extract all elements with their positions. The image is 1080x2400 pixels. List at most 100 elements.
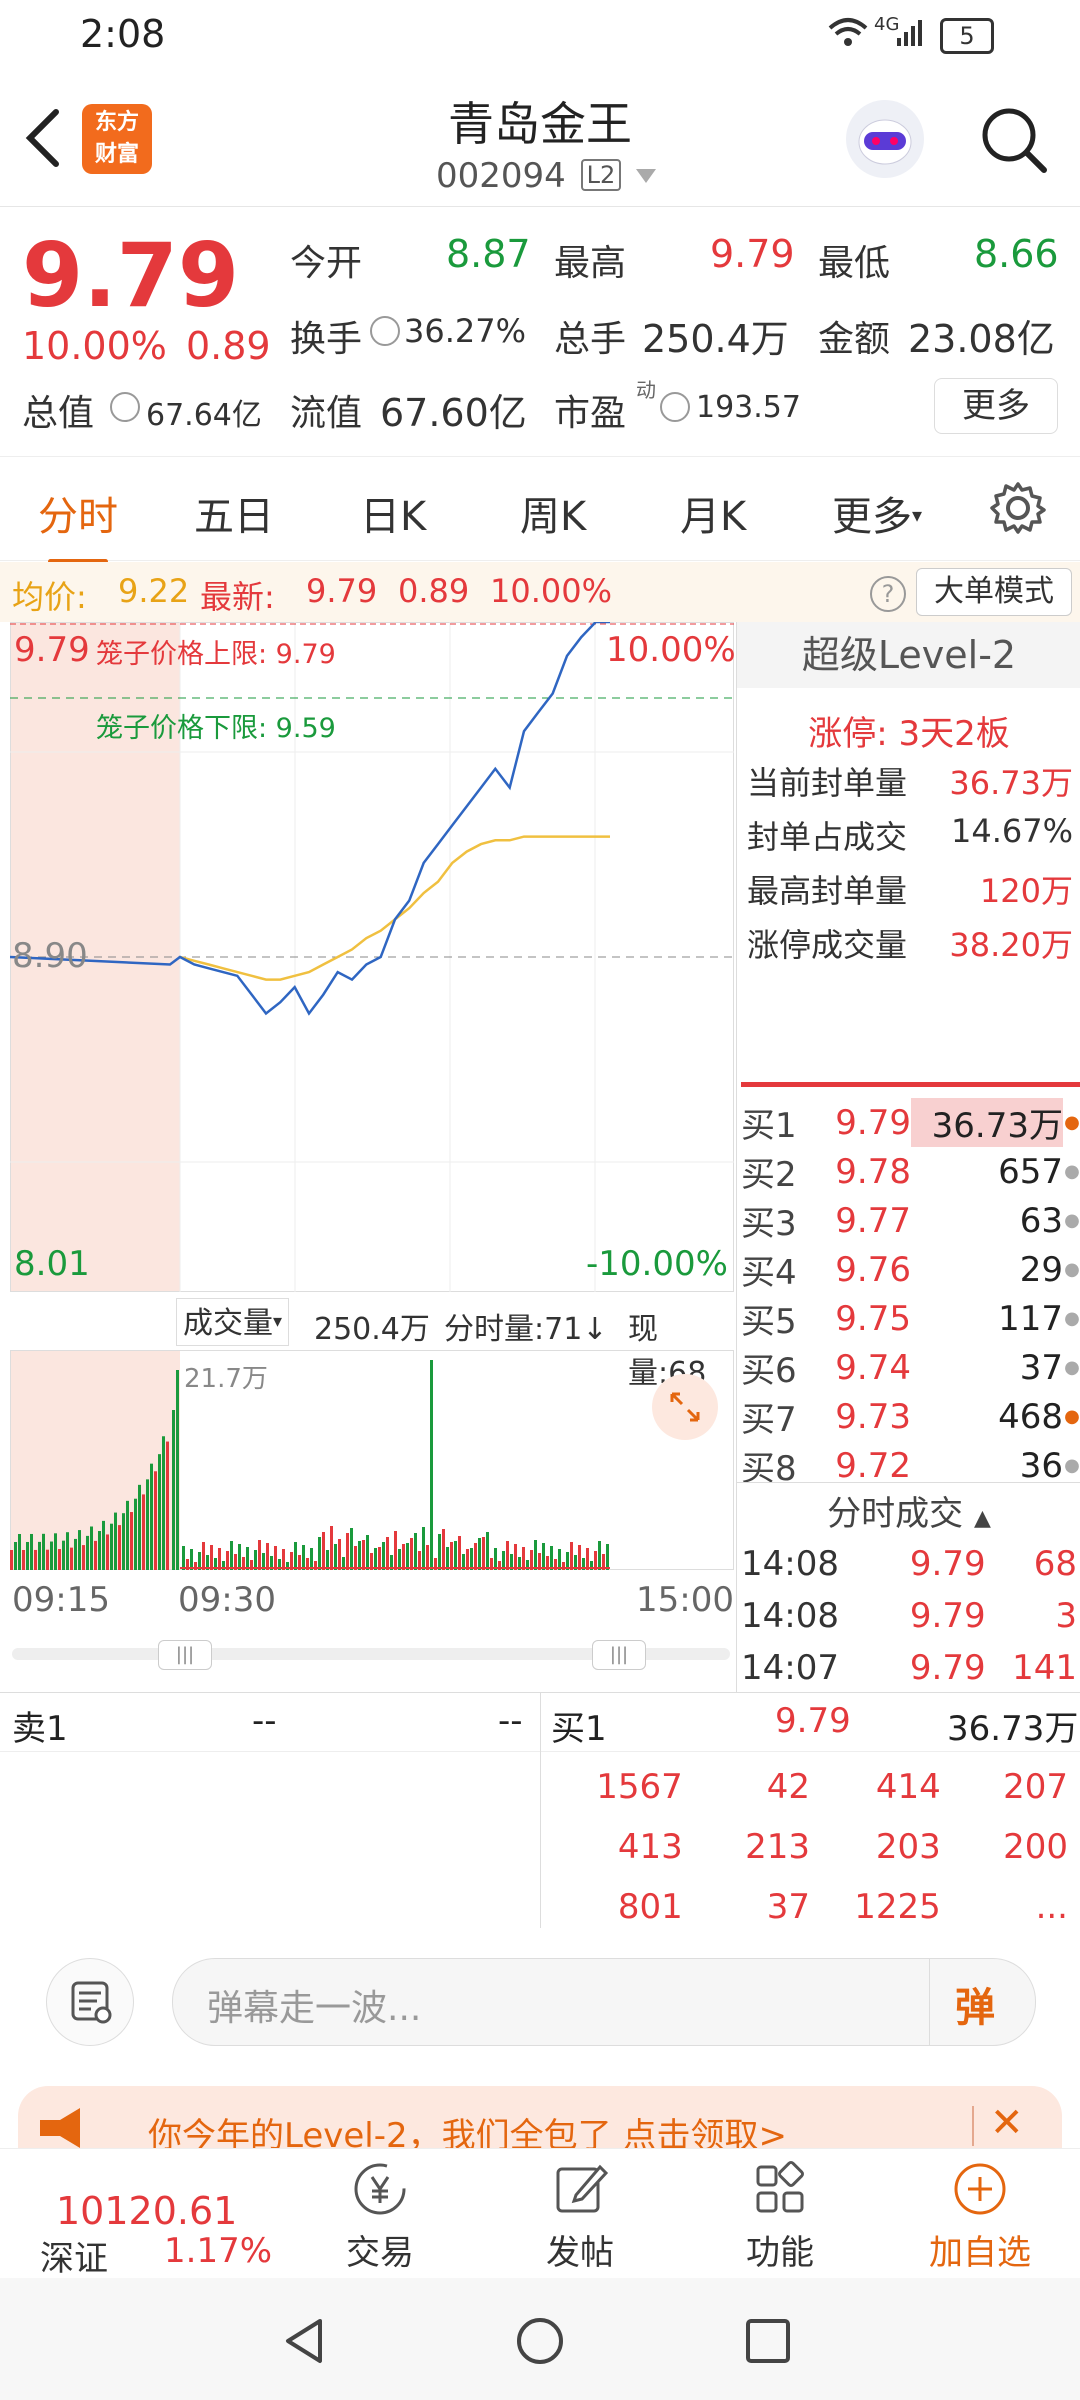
volume-bar [74, 1538, 77, 1570]
tab-five-day[interactable]: 五日 [194, 484, 274, 542]
close-icon[interactable]: ✕ [990, 2100, 1024, 2146]
danmu-send-button[interactable]: 弹 [955, 1975, 995, 2033]
function-button[interactable]: 功能 [720, 2149, 840, 2279]
promo-banner[interactable]: 你今年的Level-2，我们全包了 点击领取> ✕ [18, 2086, 1062, 2148]
amount-value: 23.08亿 [908, 317, 1055, 361]
queue-row: 1567 42 414 207 [560, 1757, 1076, 1817]
tab-fenshi[interactable]: 分时 [38, 484, 118, 564]
volume-bar [354, 1546, 357, 1570]
bid-volume: 468 [998, 1396, 1063, 1437]
tick-price: 9.79 [909, 1544, 986, 1584]
bid-row[interactable]: 买5 9.75 117 ● [741, 1294, 1080, 1343]
volume-bar [126, 1500, 129, 1570]
danmu-bar: 弹幕走一波... 弹 [0, 1928, 1080, 2064]
volume-bar [494, 1548, 497, 1570]
danmu-settings-icon[interactable] [46, 1958, 134, 2046]
volume-bar [606, 1544, 609, 1570]
bid-price: 9.74 [835, 1347, 911, 1388]
stock-code-row[interactable]: 002094 L2 [436, 156, 657, 196]
volume-bar [534, 1540, 537, 1570]
bid-row[interactable]: 买3 9.77 63 ● [741, 1196, 1080, 1245]
index-widget[interactable]: 10120.61 深证 1.17% [0, 2149, 290, 2279]
bid-row[interactable]: 买1 9.79 36.73万 ● [741, 1098, 1080, 1147]
tab-week-k[interactable]: 周K [520, 484, 586, 542]
gear-icon[interactable] [990, 480, 1046, 540]
tab-more[interactable]: 更多▾ [832, 484, 922, 542]
trade-label: 交易 [346, 2233, 414, 2273]
bid-row[interactable]: 买2 9.78 657 ● [741, 1147, 1080, 1196]
volume-label: 总手 [554, 319, 627, 360]
volume-bar [202, 1542, 205, 1570]
volume-bar [310, 1548, 313, 1570]
volume-bar [154, 1471, 157, 1570]
bid-dot-icon: ● [1064, 1259, 1080, 1280]
volume-bar [230, 1541, 233, 1570]
volume-bar [438, 1534, 441, 1570]
volume-bar [466, 1549, 469, 1570]
volume-bar [122, 1513, 125, 1570]
level2-title[interactable]: 超级Level-2 [737, 622, 1080, 688]
pe-label: 市盈 [554, 393, 627, 434]
level2-stat-row: 涨停成交量 38.20万 [747, 920, 1073, 970]
ticks-header[interactable]: 分时成交 ▲ [737, 1486, 1080, 1535]
nav-recent-icon[interactable] [745, 2318, 791, 2368]
expand-icon[interactable] [652, 1374, 718, 1440]
big-order-mode-button[interactable]: 大单模式 [916, 568, 1072, 616]
index-name: 深证 [40, 2239, 108, 2279]
bid-label: 买2 [741, 1155, 797, 1195]
info-dots-icon[interactable] [660, 392, 690, 422]
bid-book: 买1 9.79 36.73万 ● 买2 9.78 657 ● 买3 9.77 63 ● 买4 9.76 29… [741, 1098, 1080, 1490]
volume-chart[interactable]: 21.7万 [10, 1350, 734, 1570]
change-value: 0.89 [186, 324, 271, 368]
nav-back-icon[interactable] [280, 2316, 330, 2370]
status-time: 2:08 [80, 12, 166, 56]
add-watchlist-button[interactable]: 加自选 [910, 2149, 1050, 2279]
nav-home-icon[interactable] [515, 2316, 565, 2370]
slider-handle-right[interactable]: ||| [592, 1640, 646, 1670]
order-queue: 卖1 -- -- 买1 9.79 36.73万 1567 42 414 207 413 2… [0, 1692, 1080, 1930]
volume-selector[interactable]: 成交量▾ [176, 1298, 290, 1346]
volume-bar [362, 1540, 365, 1570]
tick-time: 14:08 [741, 1596, 839, 1636]
wifi-icon [828, 16, 868, 58]
queue-cell: 1567 [596, 1767, 683, 1807]
index-pct: 1.17% [164, 2231, 273, 2271]
intraday-chart[interactable]: 9.79 笼子价格上限: 9.79 笼子价格下限: 9.59 10.00% 8.… [9, 620, 736, 1292]
bid-dot-icon: ● [1064, 1406, 1080, 1427]
more-button[interactable]: 更多 [934, 378, 1058, 434]
volume-bar [62, 1540, 65, 1570]
volume-bar [78, 1530, 81, 1570]
search-icon[interactable] [978, 104, 1050, 180]
bottom-toolbar: 10120.61 深证 1.17% 交易 发帖 功能 加自选 [0, 2148, 1080, 2279]
volume-bar [246, 1547, 249, 1570]
danmu-input[interactable]: 弹幕走一波... 弹 [172, 1958, 1036, 2046]
tab-day-k[interactable]: 日K [360, 484, 426, 542]
slider-handle-left[interactable]: ||| [158, 1640, 212, 1670]
bid-row[interactable]: 买6 9.74 37 ● [741, 1343, 1080, 1392]
info-dots-icon[interactable] [110, 392, 140, 422]
divider [737, 1482, 1080, 1483]
post-button[interactable]: 发帖 [520, 2149, 640, 2279]
info-dots-icon[interactable] [370, 316, 400, 346]
level2-stat-label: 当前封单量 [747, 764, 908, 802]
latest-value: 9.79 [306, 572, 378, 610]
bid-row[interactable]: 买7 9.73 468 ● [741, 1392, 1080, 1441]
bid-row[interactable]: 买4 9.76 29 ● [741, 1245, 1080, 1294]
volume-bar [442, 1529, 445, 1570]
volume-bar [58, 1549, 61, 1570]
upper-limit-label: 笼子价格上限: 9.79 [96, 639, 336, 670]
status-bar: 2:08 4G 5 [0, 0, 1080, 70]
volume-bar [598, 1541, 601, 1570]
tab-month-k[interactable]: 月K [680, 484, 746, 542]
volume-bar [302, 1545, 305, 1570]
range-slider[interactable]: ||| ||| [12, 1640, 730, 1670]
volume-bar [478, 1538, 481, 1570]
bid-price: 9.77 [835, 1200, 911, 1241]
avg-value: 9.22 [118, 572, 190, 610]
trade-button[interactable]: 交易 [320, 2149, 440, 2279]
volume-bar [94, 1540, 97, 1570]
time-start: 09:15 [12, 1580, 110, 1620]
volume-bar [210, 1545, 213, 1570]
help-icon[interactable]: ? [870, 576, 906, 612]
robot-assistant-icon[interactable] [846, 100, 924, 178]
